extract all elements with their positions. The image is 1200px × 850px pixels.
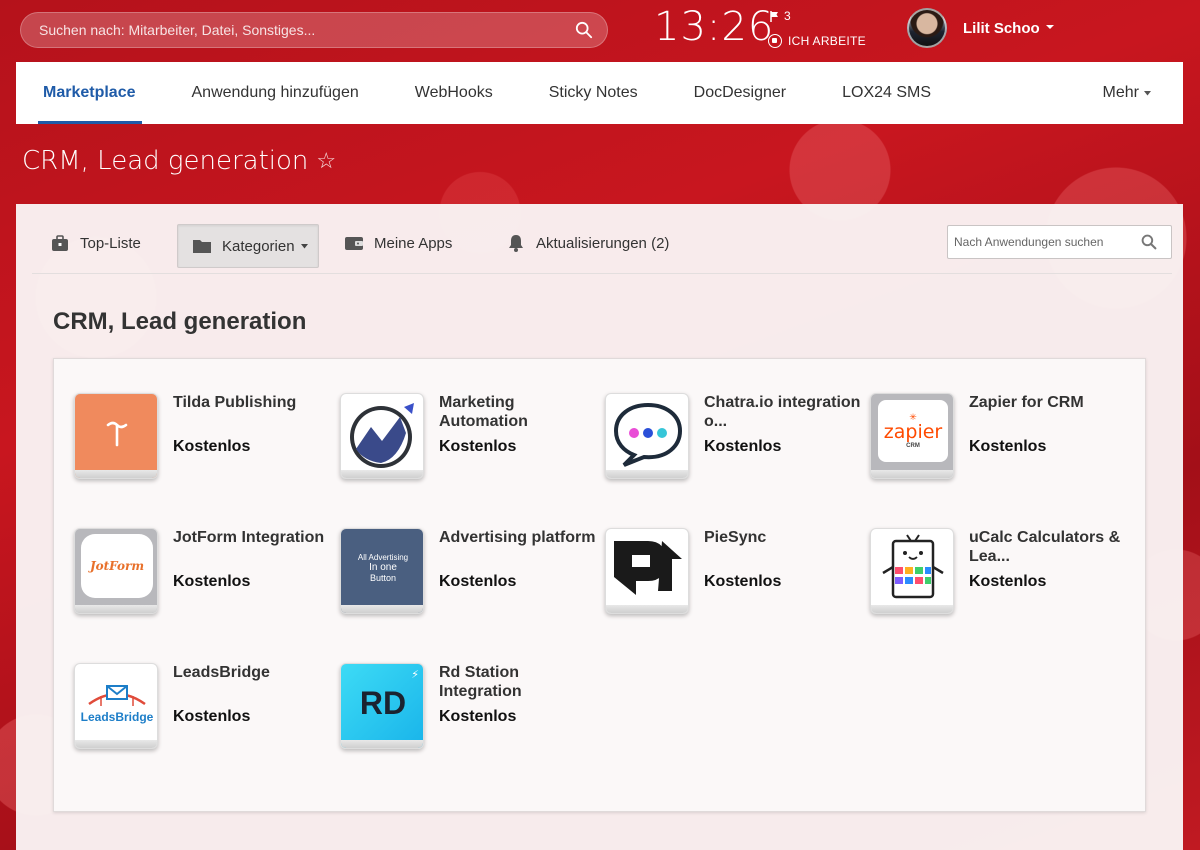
lightning-icon: ⚡ [411, 669, 419, 681]
tab-sticky-notes[interactable]: Sticky Notes [521, 62, 666, 124]
leadsbridge-logo-icon: LeadsBridge [74, 663, 158, 749]
app-price: Kostenlos [439, 438, 517, 455]
app-card-chatra[interactable]: Chatra.io integration o... Kostenlos [605, 393, 865, 493]
avatar[interactable] [907, 8, 947, 48]
app-name: LeadsBridge [173, 664, 270, 681]
categories-dropdown[interactable]: Kategorien [177, 224, 319, 268]
global-search-input[interactable] [39, 13, 559, 47]
app-name: Marketing Automation [439, 394, 528, 430]
app-name: Advertising platform [439, 529, 596, 546]
tab-more-label: Mehr [1102, 84, 1139, 101]
search-icon[interactable] [1141, 234, 1157, 250]
global-search-box[interactable] [20, 12, 608, 48]
tab-marketplace[interactable]: Marketplace [16, 62, 164, 124]
apps-grid: Tilda Publishing Kostenlos Marketing Aut… [53, 358, 1146, 812]
tab-webhooks[interactable]: WebHooks [387, 62, 521, 124]
clock: 13:26 [654, 4, 775, 50]
app-card-rdstation[interactable]: RD ⚡ Rd Station Integration Kostenlos [340, 663, 600, 763]
marketing-automation-logo-icon [340, 393, 424, 479]
zapier-logo-text: zapier [883, 421, 943, 443]
app-price: Kostenlos [173, 573, 251, 590]
page-title: CRM, Lead generation ☆ [22, 146, 336, 176]
tilda-logo-icon [74, 393, 158, 479]
app-card-jotform[interactable]: JotForm JotForm Integration Kostenlos [74, 528, 334, 628]
bell-icon [509, 235, 523, 252]
updates-label: Aktualisierungen (2) [536, 234, 670, 252]
my-apps-label: Meine Apps [374, 234, 453, 252]
folder-icon [193, 240, 211, 253]
app-card-marketing-automation[interactable]: Marketing Automation Kostenlos [340, 393, 600, 493]
page-title-text: CRM, Lead generation [22, 146, 309, 176]
app-tab-nav: Marketplace Anwendung hinzufügen WebHook… [16, 62, 1183, 124]
app-price: Kostenlos [439, 573, 517, 590]
app-price: Kostenlos [969, 438, 1047, 455]
ucalc-logo-icon [870, 528, 954, 614]
wallet-icon [345, 237, 363, 250]
tab-lox24-sms[interactable]: LOX24 SMS [814, 62, 959, 124]
tab-docdesigner[interactable]: DocDesigner [666, 62, 814, 124]
app-card-leadsbridge[interactable]: LeadsBridge LeadsBridge Kostenlos [74, 663, 334, 763]
caret-down-icon [300, 243, 308, 248]
app-card-tilda[interactable]: Tilda Publishing Kostenlos [74, 393, 334, 493]
search-icon[interactable] [575, 21, 593, 39]
app-name: Tilda Publishing [173, 394, 297, 411]
stop-icon [768, 34, 782, 48]
leadsbridge-logo-text: LeadsBridge [80, 710, 154, 724]
chevron-down-icon[interactable] [1045, 22, 1055, 32]
categories-label: Kategorien [222, 237, 295, 255]
advertising-logo-icon: All Advertising In one Button [340, 528, 424, 614]
app-name: uCalc Calculators & Lea... [969, 529, 1121, 565]
tab-add-application[interactable]: Anwendung hinzufügen [164, 62, 387, 124]
flag-icon [770, 10, 778, 22]
app-price: Kostenlos [173, 438, 251, 455]
app-price: Kostenlos [969, 573, 1047, 590]
app-search-box[interactable] [947, 225, 1172, 259]
app-price: Kostenlos [173, 708, 251, 725]
top-list-button[interactable]: Top-Liste [50, 228, 141, 258]
app-price: Kostenlos [704, 573, 782, 590]
zapier-logo-sub: CRM [906, 443, 920, 449]
marketplace-toolbar: Top-Liste Kategorien Meine Apps Aktualis… [32, 204, 1172, 274]
work-status-label: ICH ARBEITE [788, 34, 866, 48]
marketplace-panel: Top-Liste Kategorien Meine Apps Aktualis… [16, 204, 1183, 850]
jotform-logo-icon: JotForm [74, 528, 158, 614]
rdstation-logo-icon: RD ⚡ [340, 663, 424, 749]
app-name: Rd Station Integration [439, 664, 522, 700]
section-heading: CRM, Lead generation [53, 308, 307, 335]
app-card-ucalc[interactable]: uCalc Calculators & Lea... Kostenlos [870, 528, 1130, 628]
app-name: JotForm Integration [173, 529, 325, 546]
app-card-advertising[interactable]: All Advertising In one Button Advertisin… [340, 528, 600, 628]
app-card-zapier[interactable]: ✳ zapier CRM Zapier for CRM Kostenlos [870, 393, 1130, 493]
notification-flag[interactable]: 3 [770, 9, 791, 23]
tab-more[interactable]: Mehr [1075, 62, 1183, 124]
top-list-label: Top-Liste [80, 234, 141, 252]
top-bar: 13:26 3 ICH ARBEITE Lilit Schoo [0, 0, 1200, 62]
app-card-piesync[interactable]: PieSync Kostenlos [605, 528, 865, 628]
updates-button[interactable]: Aktualisierungen (2) [506, 228, 669, 258]
chatra-logo-icon [605, 393, 689, 479]
star-icon[interactable]: ☆ [316, 149, 336, 174]
notification-count: 3 [784, 9, 791, 23]
user-name[interactable]: Lilit Schoo [963, 20, 1040, 37]
briefcase-icon [52, 235, 68, 251]
app-name: PieSync [704, 529, 767, 546]
zapier-logo-icon: ✳ zapier CRM [870, 393, 954, 479]
advertising-logo-line-3: Button [369, 573, 397, 583]
app-search-input[interactable] [954, 226, 1134, 258]
my-apps-button[interactable]: Meine Apps [344, 228, 452, 258]
app-price: Kostenlos [439, 708, 517, 725]
jotform-logo-text: JotForm [89, 559, 145, 573]
work-status-button[interactable]: ICH ARBEITE [768, 34, 866, 48]
app-price: Kostenlos [704, 438, 782, 455]
piesync-logo-icon [605, 528, 689, 614]
rdstation-logo-text: RD [359, 684, 407, 721]
app-name: Zapier for CRM [969, 394, 1084, 411]
app-name: Chatra.io integration o... [704, 394, 861, 430]
caret-down-icon [1144, 90, 1151, 95]
advertising-logo-line-2: In one [369, 562, 397, 573]
